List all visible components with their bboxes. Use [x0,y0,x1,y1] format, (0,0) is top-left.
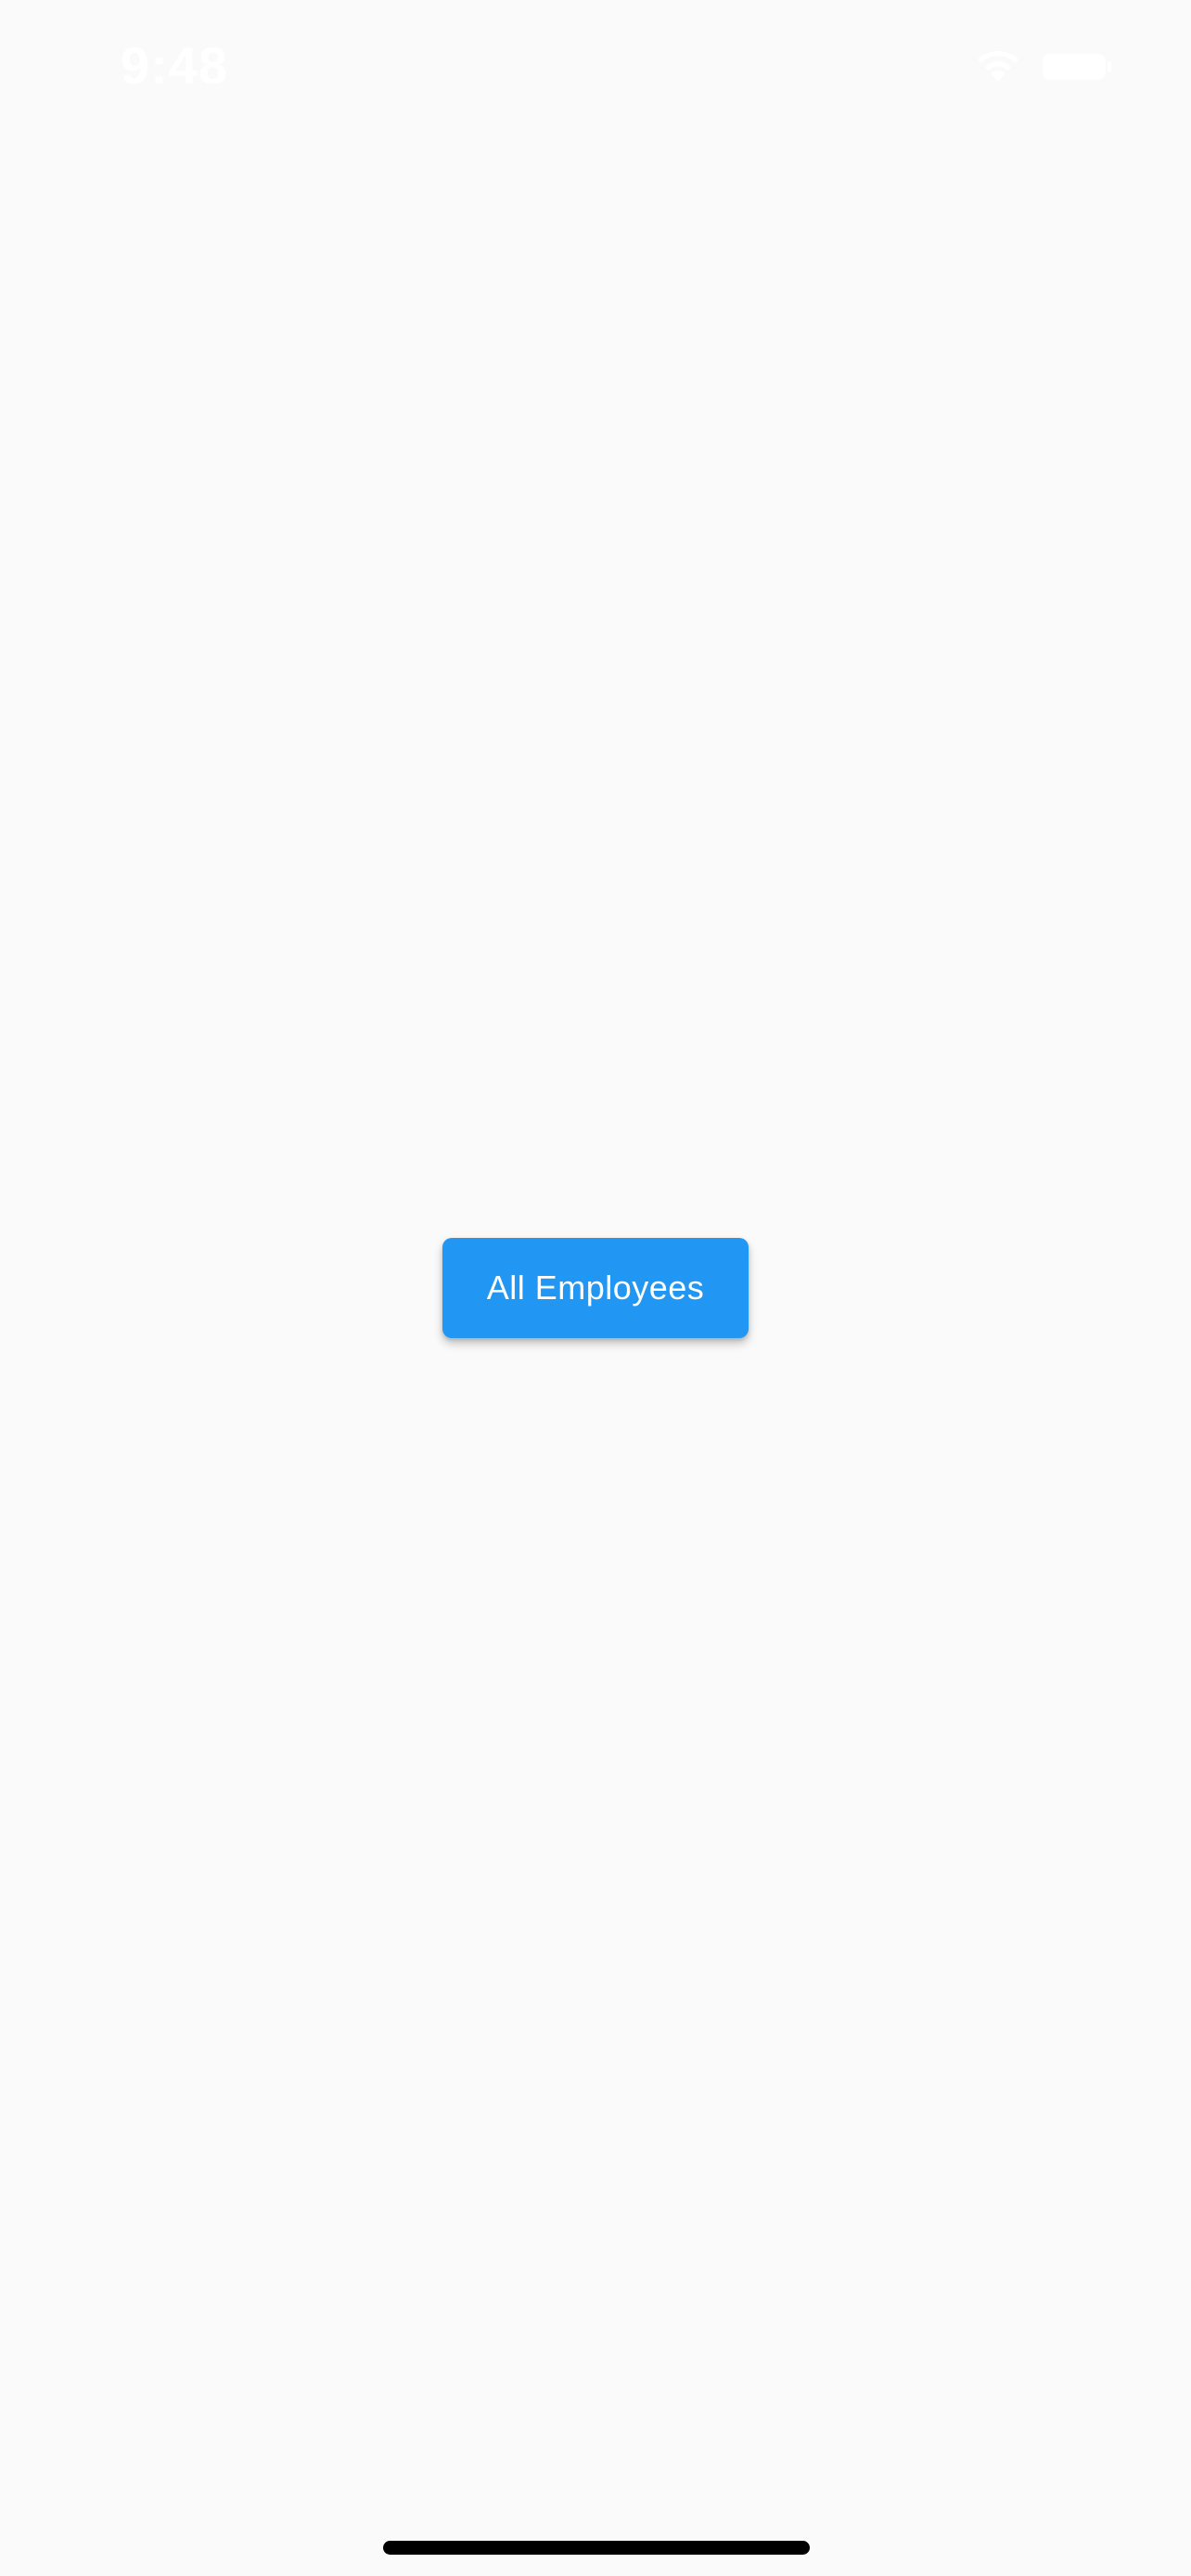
status-bar: 9:48 [0,0,1191,130]
battery-icon [1043,54,1111,80]
all-employees-button[interactable]: All Employees [442,1238,749,1338]
home-indicator [383,2541,810,2555]
wifi-icon [972,45,1024,83]
status-time: 9:48 [121,36,229,95]
